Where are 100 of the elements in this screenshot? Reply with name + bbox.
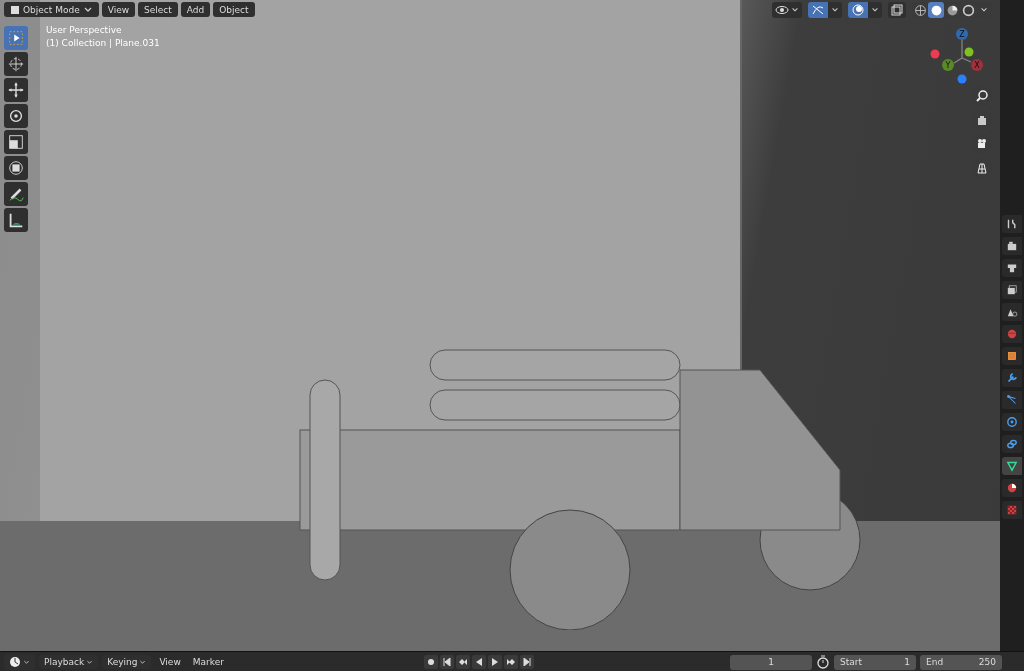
negative-z-handle[interactable] (957, 74, 967, 84)
object-icon (1005, 349, 1019, 363)
next-keyframe-icon (506, 658, 515, 666)
menu-item[interactable]: Select (138, 2, 178, 17)
end-value: 250 (978, 657, 996, 667)
rendered-sphere-icon (961, 3, 975, 17)
rotate-tool[interactable] (4, 104, 28, 128)
measure-tool[interactable] (4, 208, 28, 232)
jump-end-button[interactable] (519, 655, 534, 669)
skip-back-icon (442, 658, 451, 666)
mode-dropdown[interactable]: Object Mode (4, 2, 99, 17)
material-icon (1005, 481, 1019, 495)
cursor-tool[interactable] (4, 52, 28, 76)
chevron-icon (791, 6, 799, 14)
move-icon (7, 81, 25, 99)
gizmos-dropdown[interactable] (828, 2, 842, 18)
world-icon (1005, 327, 1019, 341)
output-properties-tab[interactable] (1002, 259, 1022, 277)
menu-item[interactable]: Object (213, 2, 255, 17)
constraint-icon (1005, 437, 1019, 451)
timeline-menu[interactable]: Keying (102, 655, 152, 669)
grid-icon (976, 162, 988, 174)
record-button[interactable] (423, 655, 438, 669)
gizmo-icon (811, 4, 825, 16)
constraint-properties-tab[interactable] (1002, 435, 1022, 453)
overlay-icon (852, 4, 864, 16)
data-properties-tab[interactable] (1002, 457, 1022, 475)
texture-icon (1005, 503, 1019, 517)
gizmos-toggle[interactable] (808, 2, 828, 18)
timeline-menu[interactable]: View (155, 655, 185, 669)
stopwatch-icon[interactable] (816, 655, 830, 669)
view-name: User Perspective (46, 25, 123, 35)
eye-icon (775, 4, 789, 16)
chevron-icon (23, 658, 30, 666)
transform-tool[interactable] (4, 156, 28, 180)
material-sphere-icon (945, 3, 959, 17)
end-frame-field[interactable]: End 250 (920, 654, 1002, 670)
skip-forward-icon (522, 658, 531, 666)
jump-start-button[interactable] (439, 655, 454, 669)
camera-icon (976, 138, 988, 150)
move-tool[interactable] (4, 78, 28, 102)
visibility-dropdown[interactable] (772, 2, 802, 18)
reverse-triangle-icon (474, 658, 483, 666)
negative-y-handle[interactable] (964, 47, 974, 57)
chevron-icon (831, 6, 839, 14)
record-icon (426, 658, 435, 666)
start-label: Start (840, 657, 862, 667)
play-button[interactable] (487, 655, 502, 669)
play-reverse-button[interactable] (471, 655, 486, 669)
annotate-tool[interactable] (4, 182, 28, 206)
scale-icon (7, 133, 25, 151)
object-icon (10, 4, 20, 15)
render-properties-tab[interactable] (1002, 237, 1022, 255)
menu-item[interactable]: Add (180, 2, 211, 17)
physics-properties-tab[interactable] (1002, 413, 1022, 431)
tool-properties-tab[interactable] (1002, 215, 1022, 233)
current-frame-field[interactable]: 1 (730, 654, 812, 670)
scale-tool[interactable] (4, 130, 28, 154)
overlays-dropdown[interactable] (868, 2, 882, 18)
render-icon (1005, 239, 1019, 253)
rotate-icon (7, 107, 25, 125)
menu-item[interactable]: View (101, 2, 136, 17)
xray-icon (891, 4, 903, 16)
start-value: 1 (904, 657, 910, 667)
object-info: (1) Collection | Plane.031 (46, 38, 160, 48)
solid-shading-button[interactable] (928, 2, 944, 18)
object-properties-tab[interactable] (1002, 347, 1022, 365)
chevron-icon (980, 6, 988, 14)
next-keyframe-button[interactable] (503, 655, 518, 669)
editor-type-dropdown[interactable] (4, 654, 35, 670)
chevron-icon (86, 658, 94, 666)
tool-icon (1005, 217, 1019, 231)
scene-properties-tab[interactable] (1002, 303, 1022, 321)
prev-keyframe-icon (458, 658, 467, 666)
clock-icon (9, 656, 21, 668)
solid-sphere-icon (929, 3, 943, 17)
negative-x-handle[interactable] (930, 49, 940, 59)
end-label: End (926, 657, 944, 667)
axis-line-drawing (953, 39, 972, 64)
select-tool[interactable] (4, 26, 28, 50)
wireframe-sphere-icon (913, 3, 927, 17)
prev-keyframe-button[interactable] (455, 655, 470, 669)
data-icon (1005, 459, 1019, 473)
transform-icon (7, 159, 25, 177)
view-layer-properties-tab[interactable] (1002, 281, 1022, 299)
chevron-icon (139, 658, 147, 666)
physics-icon (1005, 415, 1019, 429)
material-properties-tab[interactable] (1002, 479, 1022, 497)
xray-toggle[interactable] (888, 2, 906, 18)
measure-icon (7, 211, 25, 229)
play-icon (490, 658, 499, 666)
timeline-menu[interactable]: Marker (188, 655, 228, 669)
select-icon (7, 29, 25, 47)
timeline-menu[interactable]: Playback (39, 655, 99, 669)
cursor-icon (7, 55, 25, 73)
particles-properties-tab[interactable] (1002, 391, 1022, 409)
y-axis-handle[interactable]: Y (942, 59, 954, 71)
overlays-toggle[interactable] (848, 2, 868, 18)
modifier-properties-tab[interactable] (1002, 369, 1022, 387)
start-frame-field[interactable]: Start 1 (834, 654, 916, 670)
